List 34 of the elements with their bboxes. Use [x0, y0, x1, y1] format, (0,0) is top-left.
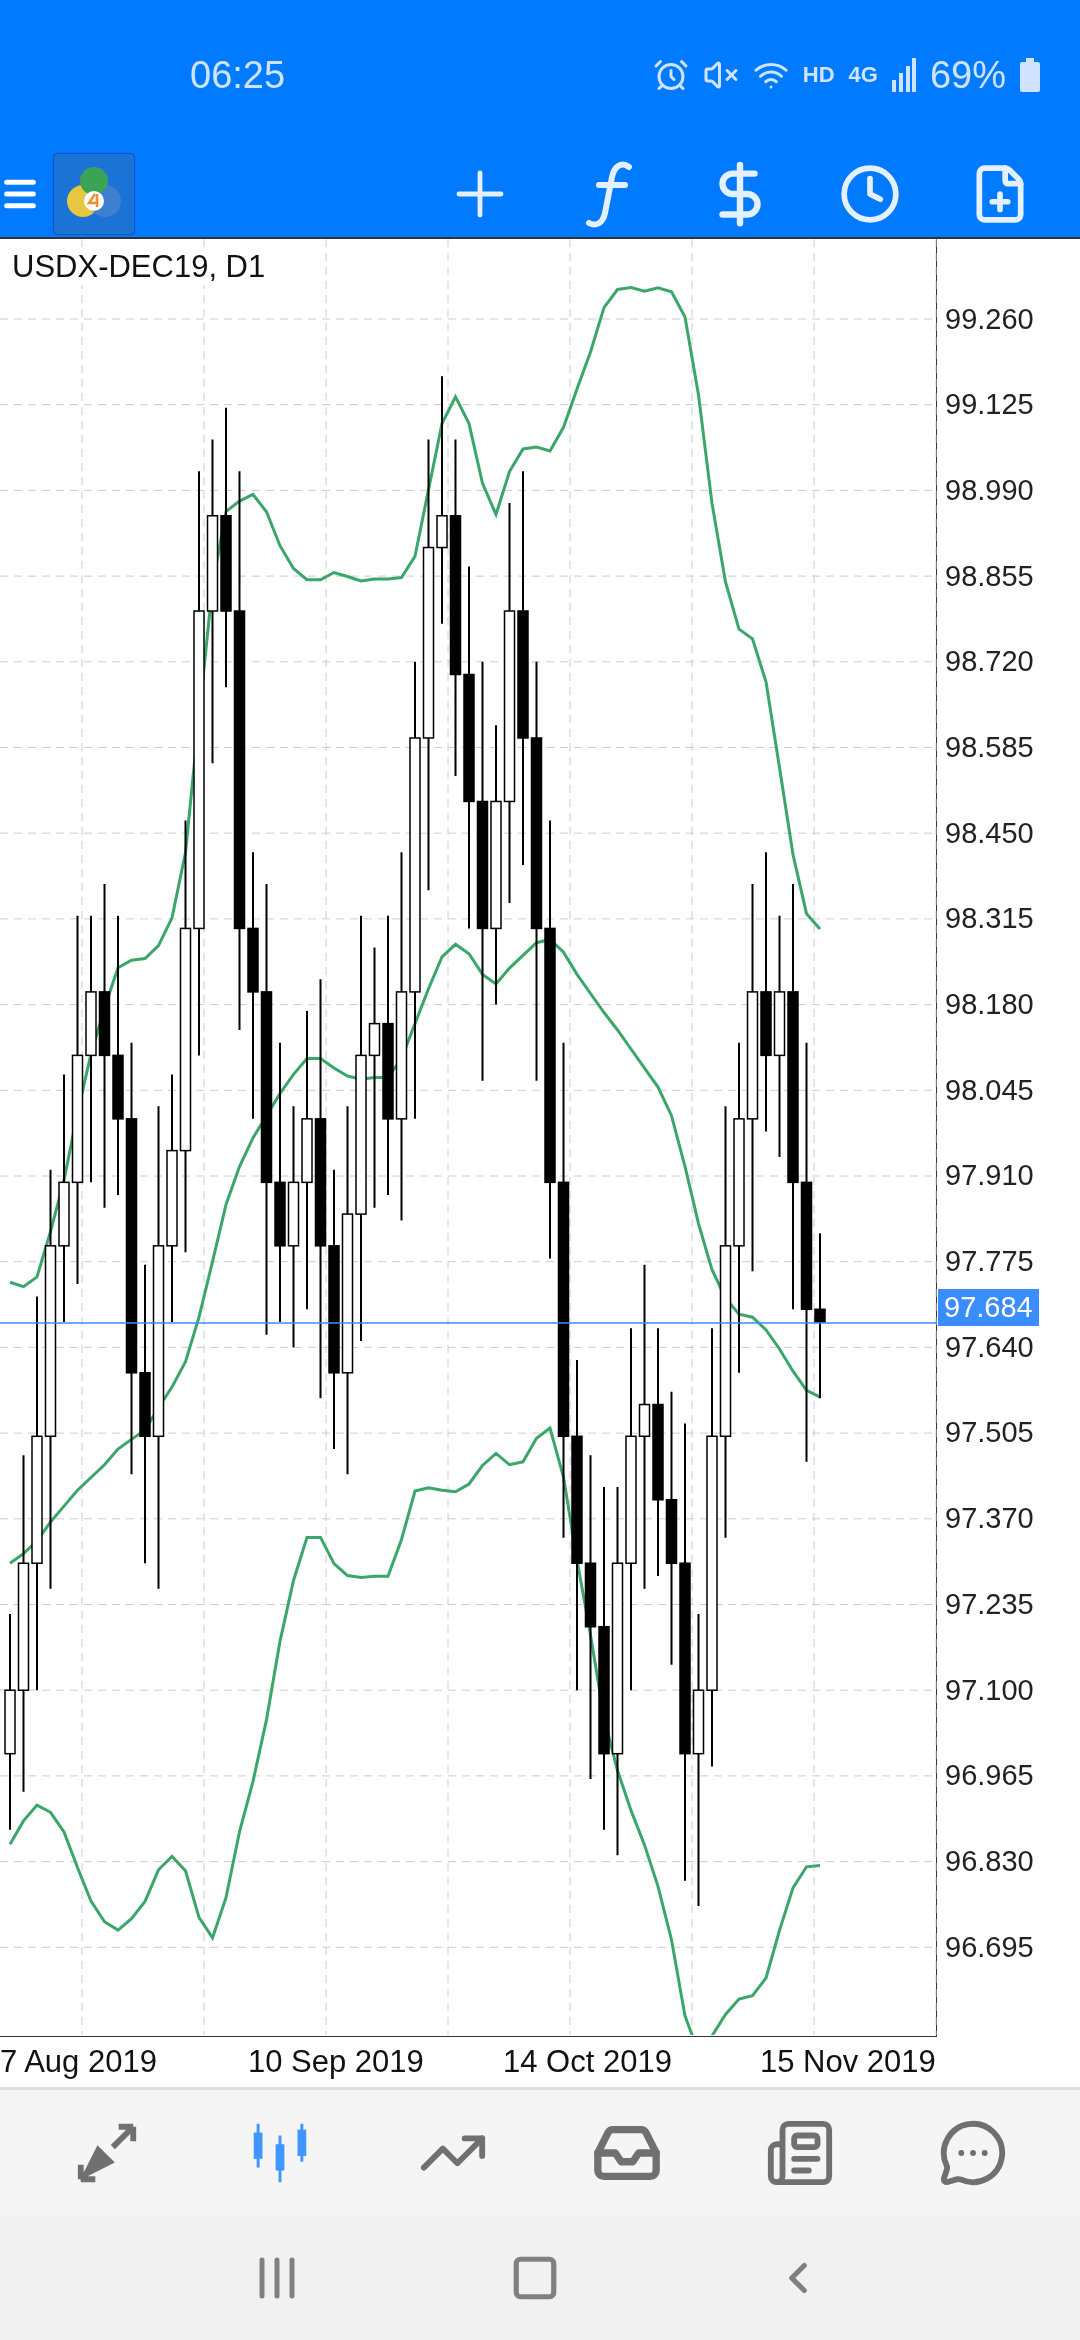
signal-icon	[891, 58, 916, 92]
price-label: 98.045	[944, 1072, 1035, 1108]
battery-percent: 69%	[929, 53, 1006, 97]
price-label: 98.180	[944, 987, 1035, 1022]
status-time: 06:25	[190, 53, 287, 97]
price-label: 96.830	[944, 1843, 1035, 1879]
alarm-icon	[652, 57, 689, 93]
price-label: 96.695	[944, 1929, 1035, 1965]
price-label: 97.775	[944, 1244, 1035, 1280]
price-label: 97.235	[944, 1586, 1035, 1622]
price-label: 99.125	[944, 387, 1035, 423]
signal-label: 4G	[848, 62, 878, 88]
network-label: HD	[802, 62, 835, 88]
price-label: 97.100	[944, 1672, 1035, 1708]
clock-icon	[839, 162, 901, 225]
date-label: 14 Oct 2019	[503, 2044, 673, 2080]
price-label: 98.990	[944, 472, 1035, 508]
date-label: 15 Nov 2019	[760, 2044, 937, 2080]
date-label: 7 Aug 2019	[0, 2044, 158, 2080]
price-label: 98.315	[944, 901, 1035, 937]
price-label: 98.585	[944, 729, 1035, 765]
app-logo[interactable]	[54, 153, 134, 234]
price-label: 98.855	[944, 558, 1035, 594]
current-price-tag: 97.684	[938, 1289, 1039, 1326]
price-label: 97.640	[944, 1329, 1035, 1365]
price-label: 97.505	[944, 1415, 1035, 1451]
date-label: 10 Sep 2019	[248, 2044, 425, 2080]
price-label: 96.965	[944, 1758, 1035, 1794]
price-label: 99.260	[944, 301, 1035, 337]
battery-icon	[1020, 58, 1040, 92]
price-label: 98.720	[944, 644, 1035, 680]
price-label: 97.370	[944, 1501, 1035, 1537]
price-label: 97.910	[944, 1158, 1035, 1194]
price-label: 98.450	[944, 815, 1035, 851]
